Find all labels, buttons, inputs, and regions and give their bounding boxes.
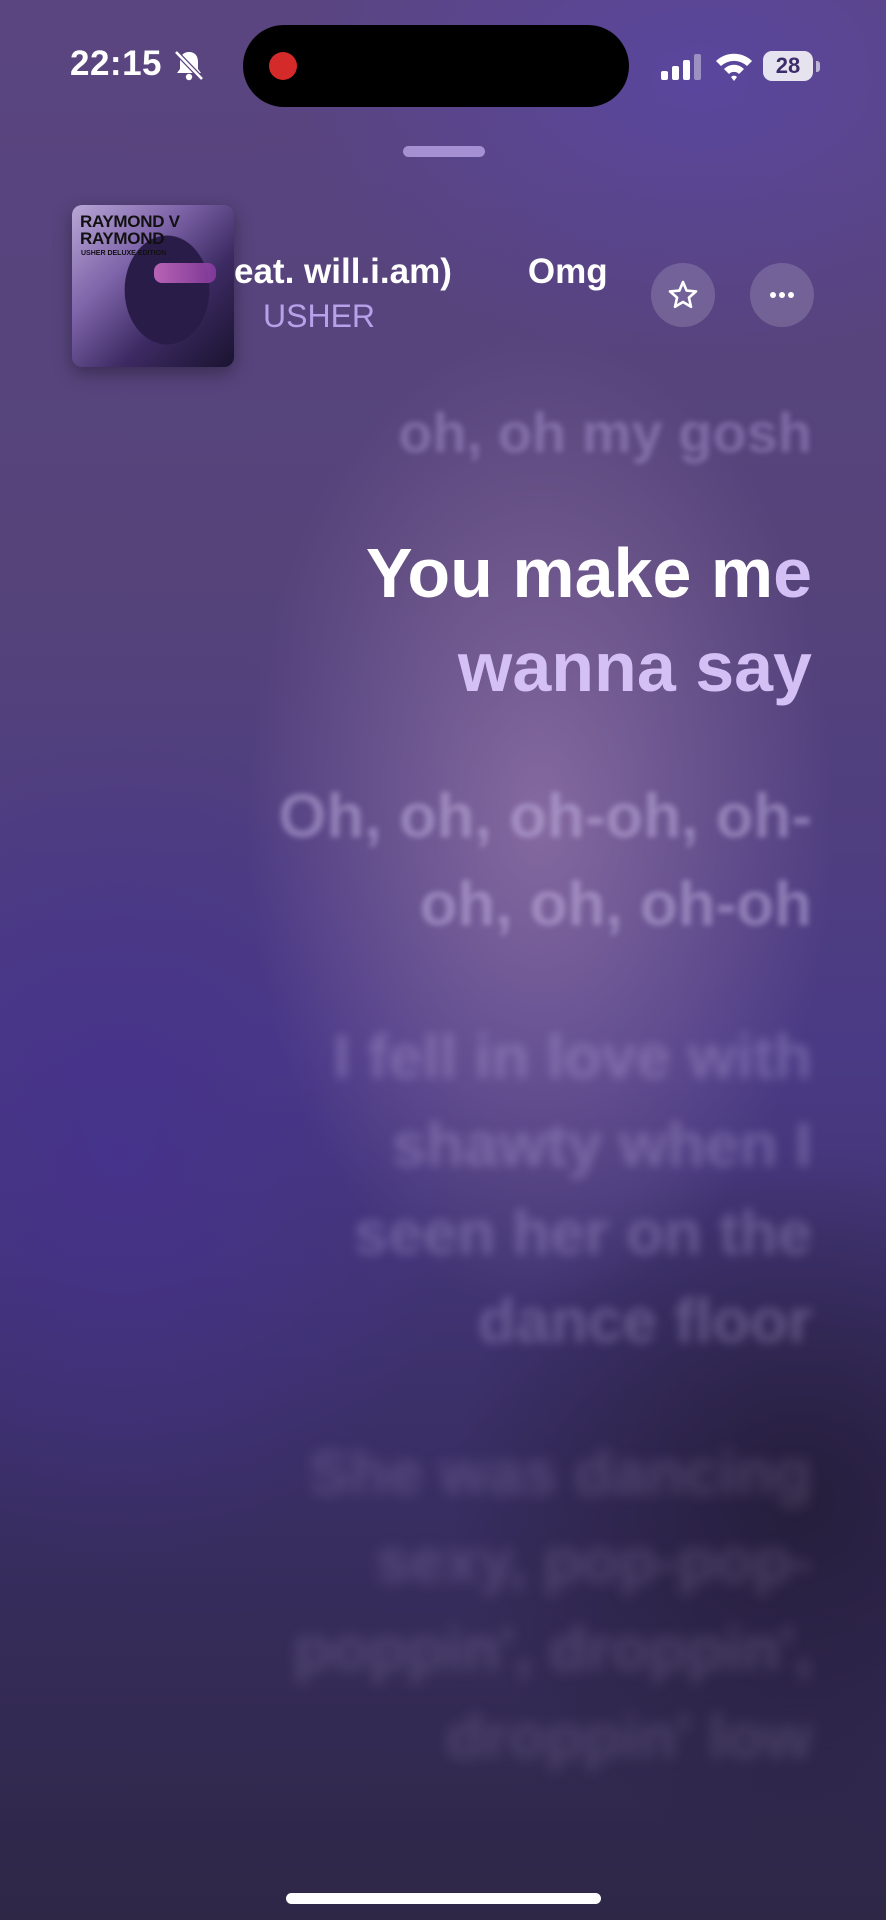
lyric-line-next-1a[interactable]: Oh, oh, oh-oh, oh- <box>278 781 812 852</box>
lyric-line-next-1b[interactable]: oh, oh, oh-oh <box>419 869 812 940</box>
lyric-line-next-3d[interactable]: droppin' low <box>446 1702 812 1773</box>
album-artwork[interactable]: RAYMOND V RAYMOND USHER DELUXE EDITION <box>72 205 234 367</box>
bell-slash-icon <box>174 50 204 81</box>
lyric-line-next-2c[interactable]: seen her on the <box>354 1198 812 1269</box>
ellipsis-icon <box>770 292 794 298</box>
recording-indicator <box>269 52 297 80</box>
lyric-line-previous[interactable]: oh, oh my gosh <box>398 400 812 465</box>
lyric-line-next-3c[interactable]: poppin', droppin', <box>294 1614 812 1685</box>
artist-name[interactable]: USHER <box>263 298 375 335</box>
lyric-line-next-3a[interactable]: She was dancing <box>309 1438 812 1509</box>
status-bar: 22:15 28 <box>0 0 886 130</box>
status-time: 22:15 <box>70 44 163 83</box>
cellular-signal-icon <box>661 54 701 80</box>
album-art-figure <box>154 263 216 283</box>
home-indicator[interactable] <box>286 1893 601 1904</box>
album-art-subtitle: USHER DELUXE EDITION <box>81 250 167 257</box>
song-title-marquee[interactable]: eat. will.i.am) Omg <box>234 250 636 300</box>
sheet-grabber[interactable] <box>403 146 485 157</box>
lyric-line-current[interactable]: You make me <box>366 533 812 613</box>
song-title: eat. will.i.am) Omg <box>234 252 608 291</box>
lyric-line-current-2[interactable]: wanna say <box>458 627 812 707</box>
favorite-button[interactable] <box>651 263 715 327</box>
lyric-line-next-2b[interactable]: shawty when I <box>392 1110 812 1181</box>
album-art-title: RAYMOND V RAYMOND <box>80 212 180 248</box>
wifi-icon <box>716 53 752 81</box>
lyric-line-next-2a[interactable]: I fell in love with <box>333 1022 812 1093</box>
lyric-line-next-2d[interactable]: dance floor <box>478 1286 812 1357</box>
star-icon <box>668 280 698 309</box>
lyric-unsung-part: e <box>773 534 812 612</box>
dynamic-island[interactable] <box>243 25 629 107</box>
lyric-sung-part: You make m <box>365 534 774 612</box>
battery-cap <box>816 61 820 72</box>
battery-icon: 28 <box>763 51 813 81</box>
more-options-button[interactable] <box>750 263 814 327</box>
lyric-line-next-3b[interactable]: sexy, pop-pop- <box>376 1526 812 1597</box>
